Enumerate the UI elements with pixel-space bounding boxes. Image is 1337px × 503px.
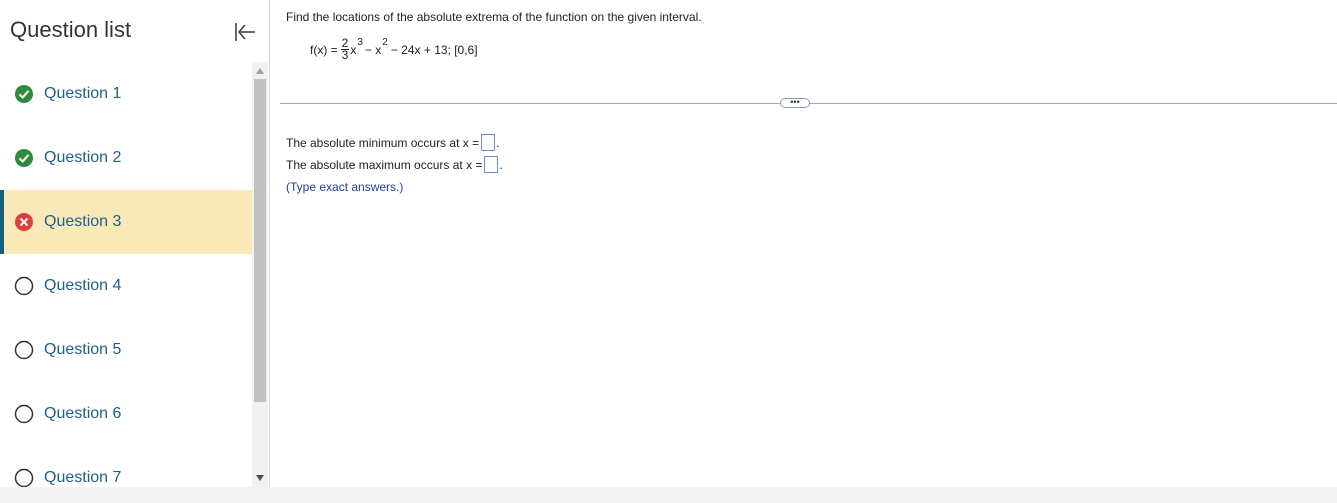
check-circle-icon <box>15 149 33 167</box>
scrollbar-thumb[interactable] <box>254 79 266 402</box>
question-item-5[interactable]: Question 5 <box>0 318 252 382</box>
collapse-sidebar-button[interactable] <box>232 20 258 44</box>
expand-more-button[interactable]: ••• <box>780 98 810 108</box>
answer-max-line: The absolute maximum occurs at x = . <box>286 156 503 173</box>
answer-max-label: The absolute maximum occurs at x = <box>286 157 483 172</box>
formula-fraction: 2 3 <box>340 37 350 62</box>
problem-instruction: Find the locations of the absolute extre… <box>286 10 702 24</box>
question-item-1[interactable]: Question 1 <box>0 62 252 126</box>
question-list: Question 1 Question 2 Question 3 Questio… <box>0 62 252 487</box>
triangle-up-icon <box>256 68 264 74</box>
question-item-7[interactable]: Question 7 <box>0 446 252 487</box>
check-circle-icon <box>15 85 33 103</box>
question-label: Question 7 <box>44 469 122 486</box>
question-item-2[interactable]: Question 2 <box>0 126 252 190</box>
question-label: Question 4 <box>44 277 122 294</box>
question-label: Question 3 <box>44 213 122 230</box>
function-formula: f(x) = 2 3 x 3 − x 2 − 24x + 13; [0,6] <box>310 37 478 62</box>
formula-exponent2: 2 <box>382 37 388 48</box>
question-label: Question 2 <box>44 149 122 166</box>
fraction-denominator: 3 <box>341 48 349 62</box>
answer-min-label: The absolute minimum occurs at x = <box>286 135 480 150</box>
answer-max-period: . <box>499 157 503 172</box>
scroll-up-button[interactable] <box>252 64 268 78</box>
answer-max-input[interactable] <box>484 156 499 173</box>
empty-circle-icon <box>14 468 34 487</box>
formula-lhs: f(x) = <box>310 42 338 57</box>
question-label: Question 1 <box>44 85 122 102</box>
sidebar-title: Question list <box>10 17 132 42</box>
question-list-sidebar: Question list Question 1 Question 2 Ques… <box>0 0 270 487</box>
question-item-6[interactable]: Question 6 <box>0 382 252 446</box>
scroll-down-button[interactable] <box>252 471 268 485</box>
answer-hint: (Type exact answers.) <box>286 180 404 194</box>
empty-circle-icon <box>14 404 34 424</box>
answer-min-line: The absolute minimum occurs at x = . <box>286 134 499 151</box>
question-item-4[interactable]: Question 4 <box>0 254 252 318</box>
empty-circle-icon <box>14 340 34 360</box>
sidebar-scrollbar[interactable] <box>252 62 268 487</box>
x-circle-icon <box>15 213 33 231</box>
bottom-bar <box>0 487 1337 503</box>
question-label: Question 5 <box>44 341 122 358</box>
answer-min-period: . <box>496 135 500 150</box>
formula-term1: x <box>350 42 357 57</box>
formula-exponent1: 3 <box>357 37 363 48</box>
formula-term2: − x <box>364 42 382 57</box>
triangle-down-icon <box>256 475 264 481</box>
question-label: Question 6 <box>44 405 122 422</box>
answer-min-input[interactable] <box>481 134 496 151</box>
collapse-left-icon <box>235 23 255 41</box>
formula-rest: − 24x + 13; [0,6] <box>390 42 478 57</box>
question-item-3[interactable]: Question 3 <box>0 190 252 254</box>
empty-circle-icon <box>14 276 34 296</box>
problem-panel: Find the locations of the absolute extre… <box>270 0 1337 487</box>
